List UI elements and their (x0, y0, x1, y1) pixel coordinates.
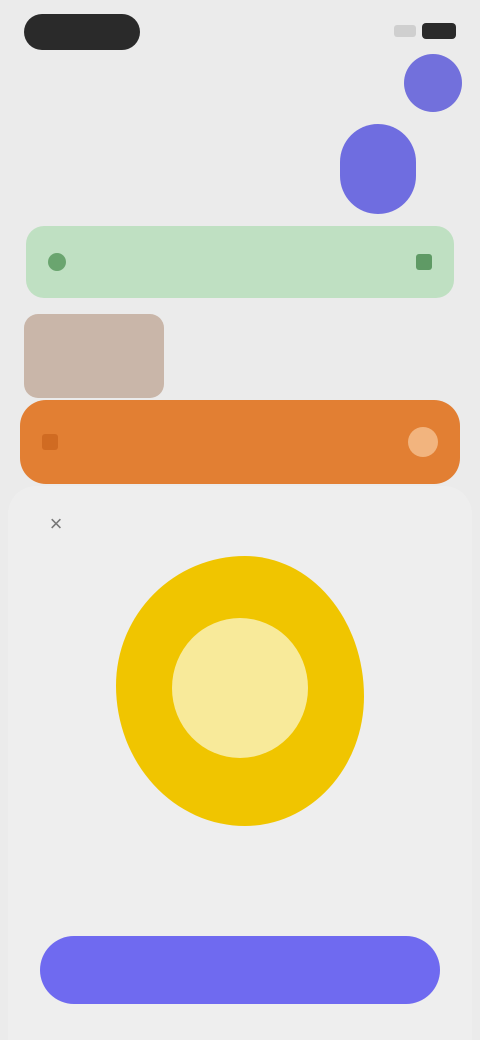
app-screen: × (0, 0, 480, 1040)
media-row[interactable] (24, 312, 456, 400)
close-icon[interactable]: × (38, 506, 74, 542)
bottom-sheet: × (8, 486, 472, 1040)
badge-center (172, 618, 308, 758)
status-indicators (360, 20, 456, 42)
info-banner[interactable] (26, 226, 454, 298)
orange-action-bar[interactable] (20, 400, 460, 484)
status-dot-icon (48, 253, 66, 271)
top-action-button[interactable] (404, 54, 462, 112)
badge-icon (116, 556, 364, 826)
chevron-right-icon (416, 254, 432, 270)
battery-icon (422, 23, 456, 39)
bar-trailing-icon (408, 427, 438, 457)
primary-cta-button[interactable] (40, 936, 440, 1004)
thumbnail-image (24, 314, 164, 398)
bar-leading-icon (42, 434, 58, 450)
top-tabs (40, 64, 380, 108)
floating-action-button[interactable] (340, 124, 416, 214)
signal-icon (394, 25, 416, 37)
status-time-pill (24, 14, 140, 50)
